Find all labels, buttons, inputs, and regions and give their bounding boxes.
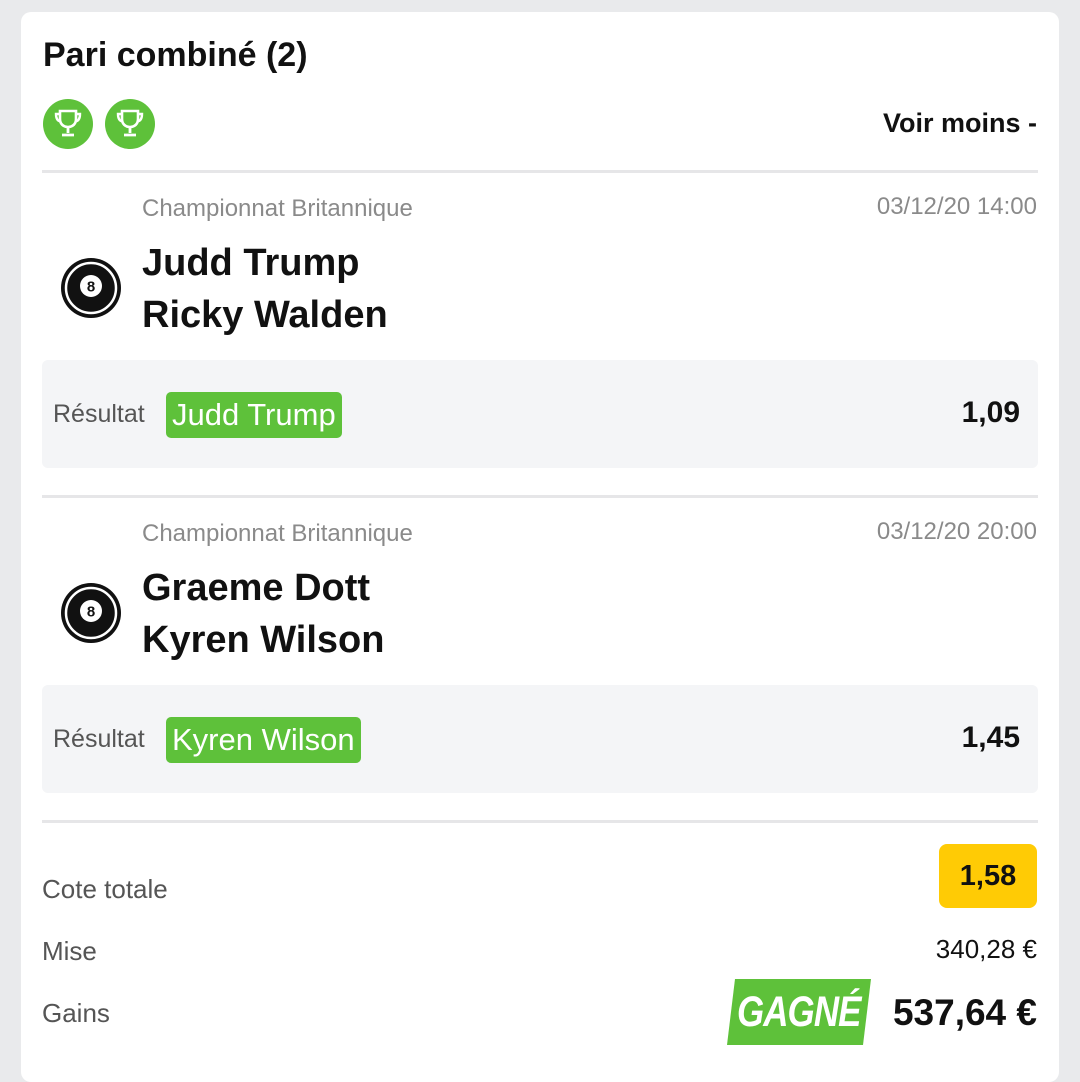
team-name: Kyren Wilson	[142, 619, 385, 661]
divider	[42, 820, 1038, 823]
result-row: Résultat Kyren Wilson 1,45	[42, 685, 1038, 793]
competition-name: Championnat Britannique	[142, 520, 413, 547]
team-name: Judd Trump	[142, 242, 360, 284]
winnings-value: 537,64 €	[892, 992, 1037, 1033]
trophy-icon	[105, 99, 155, 149]
page-title: Pari combiné (2)	[43, 36, 308, 74]
match-datetime: 03/12/20 14:00	[876, 193, 1037, 220]
winnings-label: Gains	[42, 998, 110, 1028]
svg-text:8: 8	[87, 279, 95, 296]
team-name: Ricky Walden	[142, 294, 388, 336]
match-datetime: 03/12/20 20:00	[876, 518, 1037, 545]
competition-name: Championnat Britannique	[142, 195, 413, 222]
total-odds-badge: 1,58	[939, 844, 1037, 908]
svg-text:8: 8	[87, 604, 95, 621]
toggle-details-link[interactable]: Voir moins -	[883, 108, 1037, 139]
stake-value: 340,28 €	[935, 934, 1037, 964]
selected-pick-badge: Judd Trump	[166, 392, 342, 438]
team-name: Graeme Dott	[142, 567, 371, 609]
result-row: Résultat Judd Trump 1,09	[42, 360, 1038, 468]
svg-text:GAGNÉ: GAGNÉ	[737, 988, 862, 1036]
divider	[42, 170, 1038, 173]
result-label: Résultat	[53, 725, 145, 753]
won-status-badge: GAGNÉ	[727, 979, 871, 1045]
billiard-ball-8-icon: 8	[59, 256, 123, 320]
stake-label: Mise	[42, 936, 97, 966]
trophy-icon	[43, 99, 93, 149]
total-odds-label: Cote totale	[42, 874, 168, 904]
bet-card: Pari combiné (2) Voir moins - Championna…	[21, 12, 1059, 1082]
odd-value: 1,09	[961, 396, 1020, 429]
billiard-ball-8-icon: 8	[59, 581, 123, 645]
selected-pick-badge: Kyren Wilson	[166, 717, 361, 763]
divider	[42, 495, 1038, 498]
result-label: Résultat	[53, 400, 145, 428]
odd-value: 1,45	[961, 721, 1020, 754]
